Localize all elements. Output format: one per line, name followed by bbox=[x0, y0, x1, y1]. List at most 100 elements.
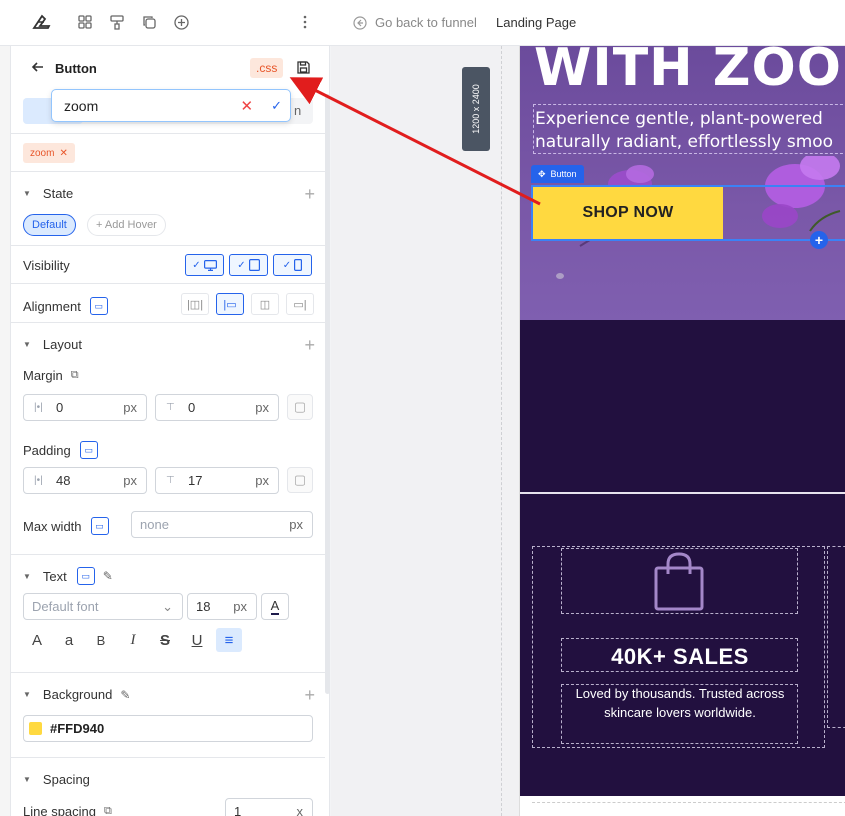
color-swatch[interactable] bbox=[29, 722, 42, 735]
panel-scrollbar[interactable] bbox=[325, 94, 329, 694]
underline-button[interactable]: U bbox=[184, 628, 210, 652]
background-title: Background bbox=[42, 687, 113, 702]
dark-section[interactable] bbox=[520, 320, 845, 493]
css-badge[interactable]: .css bbox=[250, 58, 284, 78]
move-icon[interactable]: ✥ bbox=[538, 169, 546, 180]
logo-icon[interactable] bbox=[32, 12, 52, 32]
background-color-input[interactable]: #FFD940 bbox=[23, 715, 313, 742]
magic-wand-icon[interactable]: ✎ bbox=[120, 688, 130, 702]
text-color-button[interactable]: A bbox=[261, 593, 289, 620]
stat-title[interactable]: 40K+ SALES bbox=[563, 642, 797, 672]
state-header[interactable]: ▼ State bbox=[23, 186, 73, 201]
hero-subtitle[interactable]: Experience gentle, plant-powered natural… bbox=[535, 108, 845, 154]
font-size-input[interactable]: 18 px bbox=[187, 593, 257, 620]
selected-element-label: Button bbox=[550, 169, 577, 179]
filter-chip-label: zoom bbox=[30, 147, 55, 159]
font-select[interactable]: Default font ⌄ bbox=[23, 593, 183, 620]
bold-glyph: B bbox=[96, 632, 106, 648]
properties-panel: Button .css n zoom ✕ ✓ zoom ✕ ▼ State + D… bbox=[0, 46, 330, 816]
hero-section[interactable]: WITH ZOO Experience gentle, plant-powere… bbox=[520, 46, 845, 320]
grid-icon[interactable] bbox=[75, 12, 95, 32]
chip-remove-icon[interactable]: ✕ bbox=[59, 148, 67, 159]
align-left-button[interactable]: |▭ bbox=[216, 293, 244, 315]
padding-x-value: 48 bbox=[56, 473, 71, 488]
page-preview: WITH ZOO Experience gentle, plant-powere… bbox=[519, 46, 845, 816]
save-icon[interactable] bbox=[297, 61, 310, 77]
filter-chip-section: zoom ✕ bbox=[11, 133, 325, 173]
background-add-icon[interactable]: + bbox=[304, 686, 315, 704]
layout-add-icon[interactable]: + bbox=[304, 336, 315, 354]
text-align-glyph: ≡ bbox=[224, 631, 234, 649]
margin-link-button[interactable]: ▢ bbox=[287, 394, 313, 420]
add-hover-pill[interactable]: + Add Hover bbox=[87, 214, 166, 236]
stat-description[interactable]: Loved by thousands. Trusted across skinc… bbox=[563, 684, 797, 722]
copy-icon[interactable] bbox=[139, 12, 159, 32]
layout-section: ▼ Layout + Margin ⧉ |•| 0 px ⊤ 0 px ▢ Padding ▭… bbox=[11, 322, 325, 555]
visibility-tablet-toggle[interactable]: ✓ bbox=[229, 254, 268, 276]
vertical-spacing-icon: ⊤ bbox=[166, 402, 175, 413]
canvas-size-badge: 1200 x 2400 bbox=[462, 67, 490, 151]
max-width-input[interactable]: none px bbox=[131, 511, 313, 538]
canvas-size-label: 1200 x 2400 bbox=[471, 84, 481, 134]
margin-row: Margin ⧉ bbox=[23, 368, 79, 383]
hero-heading[interactable]: WITH ZOO bbox=[534, 46, 842, 98]
lowercase-button[interactable]: a bbox=[56, 628, 82, 652]
state-default-pill[interactable]: Default bbox=[23, 214, 76, 236]
font-size-value: 18 bbox=[196, 599, 211, 614]
next-section-outline bbox=[532, 802, 845, 816]
device-desktop-icon[interactable]: ▭ bbox=[90, 517, 109, 535]
clear-icon[interactable]: ✕ bbox=[241, 97, 254, 115]
stats-section[interactable]: 40K+ SALES Loved by thousands. Trusted a… bbox=[520, 494, 845, 796]
go-back-label: Go back to funnel bbox=[375, 15, 477, 30]
margin-label: Margin bbox=[23, 368, 63, 383]
add-circle-icon[interactable] bbox=[171, 12, 191, 32]
property-search-input[interactable]: zoom ✕ ✓ bbox=[51, 89, 291, 122]
selection-outline bbox=[531, 185, 845, 241]
margin-horizontal-input[interactable]: |•| 0 px bbox=[23, 394, 147, 421]
text-header[interactable]: ▼ Text ▭ ✎ bbox=[23, 567, 113, 585]
margin-vertical-input[interactable]: ⊤ 0 px bbox=[155, 394, 279, 421]
font-placeholder: Default font bbox=[32, 599, 99, 614]
device-desktop-icon[interactable]: ▭ bbox=[76, 567, 95, 585]
visibility-mobile-toggle[interactable]: ✓ bbox=[273, 254, 312, 276]
paint-roller-icon[interactable] bbox=[107, 12, 127, 32]
magic-wand-icon[interactable]: ✎ bbox=[103, 569, 113, 583]
more-vertical-icon[interactable] bbox=[295, 12, 315, 32]
line-spacing-input[interactable]: 1x bbox=[225, 798, 313, 816]
align-stretch-button[interactable]: |◫| bbox=[181, 293, 209, 315]
padding-vertical-input[interactable]: ⊤ 17 px bbox=[155, 467, 279, 494]
layout-header[interactable]: ▼ Layout bbox=[23, 337, 82, 352]
multi-device-icon[interactable]: ⧉ bbox=[104, 805, 112, 816]
device-desktop-icon[interactable]: ▭ bbox=[89, 297, 108, 315]
back-arrow-icon[interactable] bbox=[31, 60, 45, 77]
confirm-check-icon[interactable]: ✓ bbox=[271, 98, 282, 114]
element-title: Button bbox=[55, 61, 97, 76]
bold-button[interactable]: B bbox=[88, 628, 114, 652]
align-center-button[interactable]: ◫ bbox=[251, 293, 279, 315]
device-desktop-icon[interactable]: ▭ bbox=[79, 441, 98, 459]
align-text-button[interactable]: ≡ bbox=[216, 628, 242, 652]
search-input-value: zoom bbox=[64, 97, 99, 114]
padding-horizontal-input[interactable]: |•| 48 px bbox=[23, 467, 147, 494]
alignment-label: Alignment bbox=[23, 298, 81, 314]
mobile-icon bbox=[294, 259, 303, 271]
selected-element-tag[interactable]: ✥ Button bbox=[531, 165, 584, 183]
spacing-section: ▼ Spacing Line spacing ⧉ 1x bbox=[11, 757, 325, 816]
padding-link-button[interactable]: ▢ bbox=[287, 467, 313, 493]
strikethrough-button[interactable]: S bbox=[152, 628, 178, 652]
spacing-header[interactable]: ▼ Spacing bbox=[23, 772, 90, 787]
panel-left-strip bbox=[0, 46, 11, 816]
italic-button[interactable]: I bbox=[120, 628, 146, 652]
visibility-desktop-toggle[interactable]: ✓ bbox=[185, 254, 224, 276]
go-back-link[interactable]: Go back to funnel bbox=[353, 15, 477, 30]
strikethrough-glyph: S bbox=[159, 631, 170, 649]
line-spacing-row: Line spacing ⧉ bbox=[23, 804, 112, 816]
filter-chip[interactable]: zoom ✕ bbox=[23, 143, 75, 163]
multi-device-icon[interactable]: ⧉ bbox=[71, 369, 79, 382]
state-add-icon[interactable]: + bbox=[304, 185, 315, 203]
background-header[interactable]: ▼ Background ✎ bbox=[23, 687, 130, 702]
uppercase-button[interactable]: A bbox=[24, 628, 50, 652]
align-right-button[interactable]: ▭| bbox=[286, 293, 314, 315]
padding-y-value: 17 bbox=[188, 473, 203, 488]
add-element-button[interactable]: + bbox=[810, 231, 828, 249]
